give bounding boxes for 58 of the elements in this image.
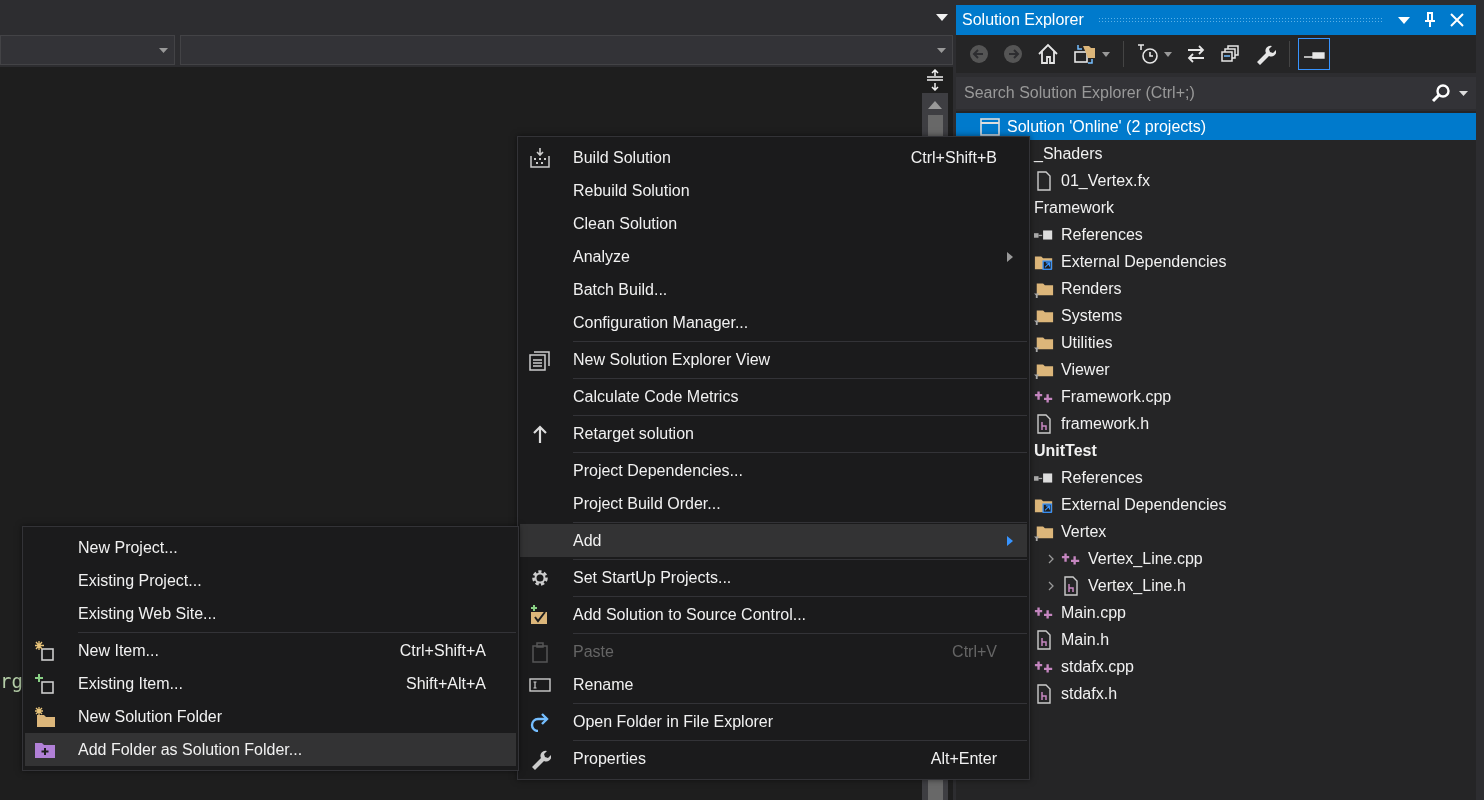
new-item-icon <box>34 639 56 662</box>
sync-folders-icon <box>1073 43 1097 65</box>
references-icon <box>1034 470 1054 485</box>
menu-item[interactable]: Existing Item... Shift+Alt+A <box>25 667 516 700</box>
swap-arrows-icon <box>1186 44 1206 64</box>
caret-icon <box>937 47 946 53</box>
rename-icon <box>529 676 551 693</box>
cpp-file-icon <box>1034 605 1054 620</box>
panel-title: Solution Explorer <box>962 11 1084 29</box>
build-icon <box>529 146 551 169</box>
back-icon <box>969 44 989 64</box>
menu-item[interactable]: Existing Project... <box>25 564 516 597</box>
cpp-file-icon <box>1034 659 1054 674</box>
search-icon[interactable] <box>1431 83 1451 103</box>
header-file-icon <box>1036 413 1052 434</box>
search-box[interactable]: Search Solution Explorer (Ctrl+;) <box>956 77 1476 109</box>
menu-item[interactable]: Existing Web Site... <box>25 597 516 630</box>
new-folder-icon <box>34 705 56 728</box>
menu-item[interactable]: Properties Alt+Enter <box>520 742 1027 775</box>
home-icon <box>1037 43 1059 65</box>
scroll-up-icon[interactable] <box>928 101 942 109</box>
chevron-right-icon[interactable] <box>1048 553 1054 564</box>
curved-arrow-icon <box>529 711 551 732</box>
caret-icon <box>159 47 168 53</box>
submenu-arrow-icon <box>1007 535 1013 546</box>
menu-item[interactable]: New Project... <box>25 531 516 564</box>
tree-item[interactable]: Solution 'Online' (2 projects) <box>956 113 1476 140</box>
submenu-arrow-icon <box>1007 251 1013 262</box>
collapse-all-icon <box>1220 44 1240 64</box>
caret-icon <box>1164 51 1172 57</box>
menu-item[interactable]: Add <box>520 524 1027 557</box>
clock-filter-icon <box>1137 43 1159 65</box>
dropdown-caret-icon[interactable] <box>936 14 948 21</box>
toolbar-button[interactable] <box>1298 38 1330 70</box>
file-icon <box>1036 170 1052 191</box>
dropdown-caret-icon[interactable] <box>1459 90 1468 96</box>
chevron-right-icon[interactable] <box>1048 580 1054 591</box>
header-file-icon <box>1036 629 1052 650</box>
menu-item[interactable]: Open Folder in File Explorer <box>520 705 1027 738</box>
forward-icon <box>1003 44 1023 64</box>
caret-icon <box>1102 51 1110 57</box>
references-icon <box>1034 227 1054 242</box>
search-field[interactable]: Search Solution Explorer (Ctrl+;) <box>962 83 1423 103</box>
clipboard-icon <box>530 640 550 663</box>
solution-icon <box>980 117 1000 136</box>
header-file-icon <box>1036 683 1052 704</box>
menu-item[interactable]: New Item... Ctrl+Shift+A <box>25 634 516 667</box>
header-file-icon <box>1063 575 1079 596</box>
list-windows-icon <box>529 348 551 371</box>
cpp-file-icon <box>1061 551 1081 566</box>
up-arrow-icon <box>532 424 548 443</box>
cpp-file-icon <box>1034 389 1054 404</box>
add-item-icon <box>34 672 56 695</box>
menu-item[interactable]: Add Folder as Solution Folder... <box>25 733 516 766</box>
pin-icon[interactable] <box>1424 12 1436 28</box>
code-text: rg <box>0 670 23 692</box>
menu-item[interactable]: New Solution Folder <box>25 700 516 733</box>
close-icon[interactable] <box>1450 13 1464 27</box>
